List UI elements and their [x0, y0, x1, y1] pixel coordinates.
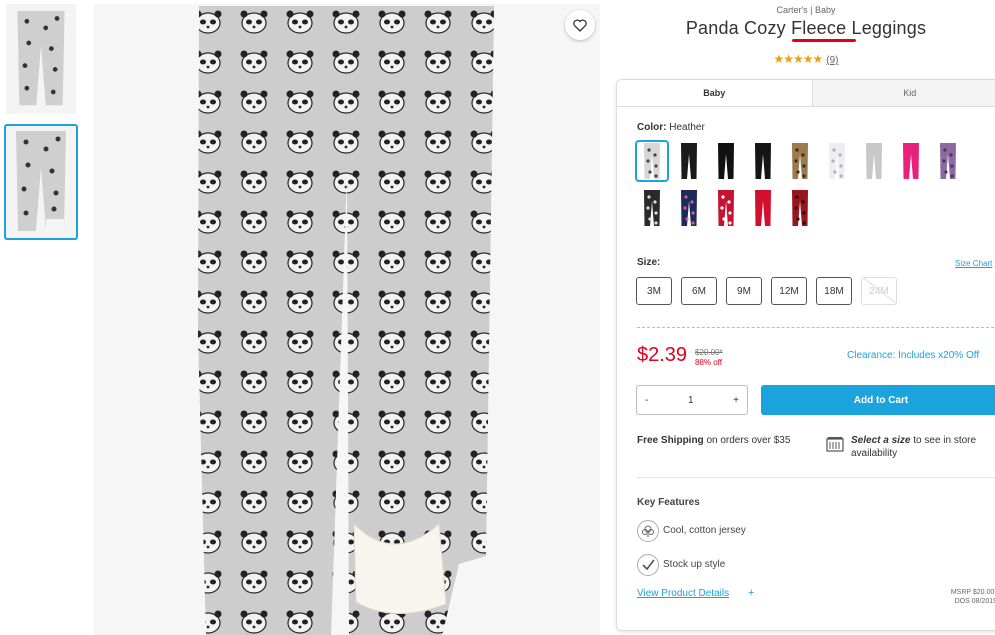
size-9m-button[interactable]: 9M: [726, 277, 762, 305]
leggings-swatch-image: [644, 190, 660, 226]
leggings-swatch-image: [755, 143, 771, 179]
color-label: Color: Heather: [637, 122, 705, 133]
thumbnail-2-image: [16, 131, 66, 231]
size-18m-button[interactable]: 18M: [816, 277, 852, 305]
size-24m-button: 24M: [861, 277, 897, 305]
color-swatch-black[interactable]: [672, 140, 706, 182]
leggings-swatch-image: [792, 190, 808, 226]
dashed-divider: [637, 327, 995, 328]
store-bold[interactable]: Select a size: [851, 435, 910, 446]
divider: [637, 477, 995, 478]
color-swatch-heather-panda[interactable]: [635, 140, 669, 182]
color-label-title: Color:: [637, 122, 667, 133]
rating-stars: ★★★★★: [773, 52, 823, 66]
leggings-swatch-image: [866, 143, 882, 179]
size-chart-link[interactable]: Size Chart: [955, 259, 992, 268]
size-label: Size:: [637, 257, 661, 268]
brand-label: Carter's | Baby: [776, 5, 836, 15]
color-swatch-leopard[interactable]: [783, 140, 817, 182]
tab-baby[interactable]: Baby: [617, 80, 813, 106]
add-to-cart-button[interactable]: Add to Cart: [761, 385, 995, 415]
shipping-bold: Free Shipping: [637, 435, 704, 446]
leggings-swatch-image: [681, 190, 697, 226]
size-3m-button[interactable]: 3M: [636, 277, 672, 305]
clearance-note: Clearance: Includes x20% Off: [847, 350, 980, 361]
color-selected-value: Heather: [669, 122, 705, 133]
sale-price: $2.39: [637, 344, 688, 366]
thumbnail-1-image: [17, 10, 65, 106]
heart-icon: [573, 18, 587, 32]
thumbnail-1[interactable]: [6, 4, 76, 114]
quantity-decrease-button[interactable]: -: [645, 395, 648, 406]
leggings-swatch-image: [829, 143, 845, 179]
leggings-swatch-image: [718, 143, 734, 179]
original-price: $20.00*: [695, 348, 723, 357]
store-icon: [826, 436, 844, 457]
shipping-info: Free Shipping on orders over $35: [637, 434, 802, 447]
size-6m-button[interactable]: 6M: [681, 277, 717, 305]
color-swatch-black-star[interactable]: [635, 187, 669, 229]
color-swatch-pink[interactable]: [894, 140, 928, 182]
leggings-illustration: [198, 6, 494, 635]
rating: ★★★★★ (9): [616, 52, 995, 66]
leggings-swatch-image: [755, 190, 771, 226]
leggings-swatch-image: [940, 143, 956, 179]
leggings-swatch-image: [903, 143, 919, 179]
age-tabs: Baby Kid: [617, 80, 995, 107]
color-swatch-gray[interactable]: [857, 140, 891, 182]
cotton-icon: [637, 520, 659, 542]
expand-plus-icon[interactable]: +: [748, 587, 754, 599]
thumbnail-2[interactable]: [4, 124, 78, 240]
tab-kid[interactable]: Kid: [812, 80, 995, 106]
spelling-underline: [792, 39, 856, 42]
quantity-stepper: - 1 +: [636, 385, 748, 415]
product-title: Panda Cozy Fleece Leggings: [685, 18, 927, 38]
view-product-details-link[interactable]: View Product Details: [637, 588, 729, 599]
color-swatch-red-plaid[interactable]: [783, 187, 817, 229]
shipping-rest: on orders over $35: [703, 435, 791, 446]
leggings-swatch-image: [681, 143, 697, 179]
favorite-button[interactable]: [565, 10, 595, 40]
color-swatch-purple-print[interactable]: [931, 140, 965, 182]
leggings-swatch-image: [644, 143, 660, 179]
leggings-swatch-image: [718, 190, 734, 226]
msrp-line: MSRP $20.00*: [950, 589, 995, 596]
checkmark-icon: [637, 554, 659, 576]
color-swatch-black-3[interactable]: [746, 140, 780, 182]
percent-off: 88% off: [695, 358, 722, 367]
leggings-swatch-image: [792, 143, 808, 179]
key-features-title: Key Features: [637, 497, 700, 508]
color-swatch-red[interactable]: [746, 187, 780, 229]
feature-item-1: Cool, cotton jersey: [663, 525, 746, 536]
product-image: [94, 4, 600, 635]
color-swatch-red-print[interactable]: [709, 187, 743, 229]
store-availability: Select a size to see in store availabili…: [851, 434, 995, 460]
purchase-panel: Baby Kid Color: Heather Size: Size Chart…: [616, 79, 995, 631]
quantity-value[interactable]: 1: [688, 395, 694, 406]
review-count-link[interactable]: (9): [826, 55, 838, 66]
color-swatch-black-2[interactable]: [709, 140, 743, 182]
quantity-increase-button[interactable]: +: [733, 395, 739, 406]
dos-line: DOS 08/2019: [954, 598, 995, 605]
size-12m-button[interactable]: 12M: [771, 277, 807, 305]
feature-item-2: Stock up style: [663, 559, 726, 570]
color-swatch-navy-star[interactable]: [672, 187, 706, 229]
msrp-note: MSRP $20.00* DOS 08/2019: [951, 588, 995, 606]
color-swatch-white-print[interactable]: [820, 140, 854, 182]
